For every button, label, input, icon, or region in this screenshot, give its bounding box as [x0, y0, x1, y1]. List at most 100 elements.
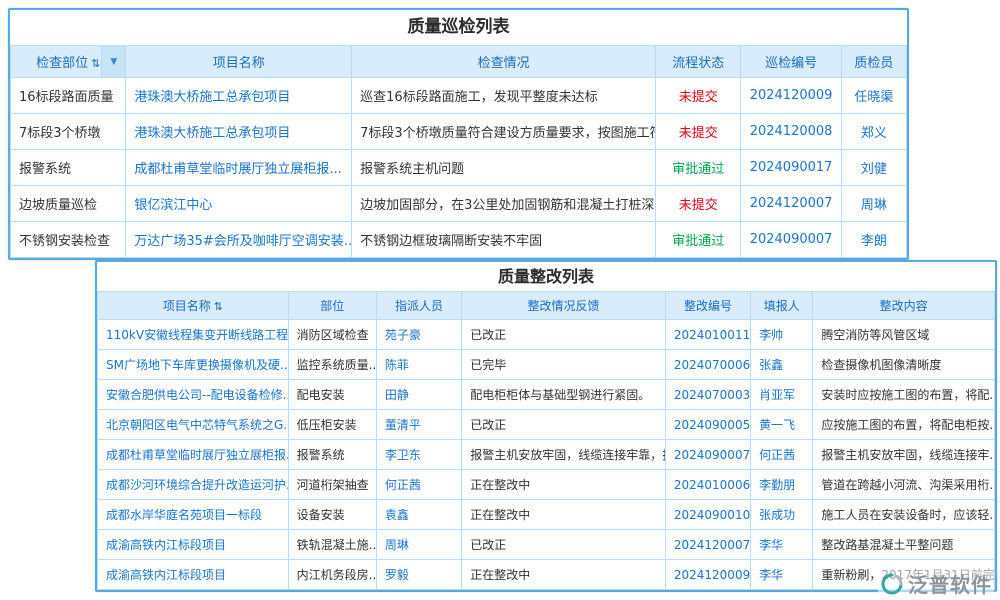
patrol-code-link[interactable]: 2024120007 [741, 186, 841, 222]
inspector-link[interactable]: 李朗 [841, 222, 906, 258]
patrol-code-link[interactable]: 2024120009 [741, 78, 841, 114]
patrol-col-header-inspector: 质检员 [841, 46, 906, 78]
project-link[interactable]: 银亿滨江中心 [126, 186, 352, 222]
assignee-link[interactable]: 周琳 [376, 530, 461, 560]
column-dropdown-button[interactable]: ▼ [101, 46, 125, 77]
inspect-part-cell: 不锈钢安装检查 [11, 222, 126, 258]
project-link[interactable]: 110kV安徽线程集变开断线路工程 [98, 320, 289, 350]
reporter-link[interactable]: 李帅 [751, 320, 813, 350]
patrol-col-header-part[interactable]: 检查部位⇅ ▼ [11, 46, 126, 78]
rectify-code-link[interactable]: 2024090005 [665, 410, 750, 440]
sort-icon[interactable]: ⇅ [91, 57, 100, 70]
reporter-link[interactable]: 李华 [751, 530, 813, 560]
situation-cell: 边坡加固部分，在3公里处加固钢筋和混凝土打桩深... [352, 186, 656, 222]
project-link[interactable]: 成渝高铁内江标段项目 [98, 560, 289, 590]
feedback-cell: 配电柜柜体与基础型钢进行紧固。 [462, 380, 666, 410]
table-row: 安徽合肥供电公司--配电设备检修...配电安装田静配电柜柜体与基础型钢进行紧固。… [98, 380, 995, 410]
project-link[interactable]: 成都沙河环境综合提升改造运河护... [98, 470, 289, 500]
table-row: 7标段3个桥墩港珠澳大桥施工总承包项目7标段3个桥墩质量符合建设方质量要求，按图… [11, 114, 907, 150]
reporter-link[interactable]: 肖亚军 [751, 380, 813, 410]
inspector-link[interactable]: 郑义 [841, 114, 906, 150]
rectify-header-row: 项目名称⇅ 部位 指派人员 整改情况反馈 整改编号 填报人 整改内容 [98, 292, 995, 320]
project-link[interactable]: 成都水岸华庭名苑项目一标段 [98, 500, 289, 530]
column-label: 填报人 [764, 299, 800, 313]
feedback-cell: 正在整改中 [462, 500, 666, 530]
rectify-col-header-feedback: 整改情况反馈 [462, 292, 666, 320]
inspect-part-cell: 边坡质量巡检 [11, 186, 126, 222]
column-label: 部位 [320, 299, 344, 313]
part-cell: 内江机务段房... [288, 560, 376, 590]
content-cell: 应按施工图的布置，将配电柜按... [813, 410, 995, 440]
project-link[interactable]: 成渝高铁内江标段项目 [98, 530, 289, 560]
reporter-link[interactable]: 黄一飞 [751, 410, 813, 440]
rectify-code-link[interactable]: 2024120009 [665, 560, 750, 590]
rectify-col-header-project[interactable]: 项目名称⇅ [98, 292, 289, 320]
content-cell: 腾空消防等风管区域 [813, 320, 995, 350]
patrol-code-link[interactable]: 2024090017 [741, 150, 841, 186]
rectify-code-link[interactable]: 2024090007 [665, 440, 750, 470]
column-label: 检查情况 [478, 56, 530, 71]
feedback-cell: 正在整改中 [462, 470, 666, 500]
table-row: 成都水岸华庭名苑项目一标段设备安装袁鑫正在整改中2024090010张成功施工人… [98, 500, 995, 530]
status-badge: 未提交 [656, 186, 741, 222]
rectify-code-link[interactable]: 2024010006 [665, 470, 750, 500]
project-link[interactable]: 万达广场35#会所及咖啡厅空调安装... [126, 222, 352, 258]
inspector-link[interactable]: 周琳 [841, 186, 906, 222]
reporter-link[interactable]: 张鑫 [751, 350, 813, 380]
project-link[interactable]: 港珠澳大桥施工总承包项目 [126, 78, 352, 114]
content-cell: 报警主机安放牢固，线缆连接牢... [813, 440, 995, 470]
project-link[interactable]: 成都杜甫草堂临时展厅独立展柜报... [126, 150, 352, 186]
inspector-link[interactable]: 任晓渠 [841, 78, 906, 114]
rectify-col-header-assignee: 指派人员 [376, 292, 461, 320]
project-link[interactable]: 港珠澳大桥施工总承包项目 [126, 114, 352, 150]
rectify-col-header-part: 部位 [288, 292, 376, 320]
patrol-col-header-code: 巡检编号 [741, 46, 841, 78]
assignee-link[interactable]: 何正茜 [376, 470, 461, 500]
assignee-link[interactable]: 陈菲 [376, 350, 461, 380]
inspect-part-cell: 报警系统 [11, 150, 126, 186]
reporter-link[interactable]: 李华 [751, 560, 813, 590]
rectify-table: 项目名称⇅ 部位 指派人员 整改情况反馈 整改编号 填报人 整改内容 110kV… [97, 291, 995, 590]
situation-cell: 7标段3个桥墩质量符合建设方质量要求，按图施工符... [352, 114, 656, 150]
rectify-code-link[interactable]: 2024070006 [665, 350, 750, 380]
project-link[interactable]: 安徽合肥供电公司--配电设备检修... [98, 380, 289, 410]
column-label: 检查部位 [36, 56, 88, 71]
sort-icon[interactable]: ⇅ [214, 300, 223, 313]
assignee-link[interactable]: 罗毅 [376, 560, 461, 590]
rectify-code-link[interactable]: 2024010011 [665, 320, 750, 350]
patrol-code-link[interactable]: 2024120008 [741, 114, 841, 150]
reporter-link[interactable]: 张成功 [751, 500, 813, 530]
column-label: 整改情况反馈 [528, 299, 600, 313]
rectify-code-link[interactable]: 2024070003 [665, 380, 750, 410]
part-cell: 铁轨混凝土施... [288, 530, 376, 560]
inspector-link[interactable]: 刘健 [841, 150, 906, 186]
column-label: 流程状态 [672, 56, 724, 71]
content-cell: 施工人员在安装设备时，应该轻... [813, 500, 995, 530]
feedback-cell: 报警主机安放牢固，线缆连接牢靠，报... [462, 440, 666, 470]
status-badge: 审批通过 [656, 150, 741, 186]
patrol-code-link[interactable]: 2024090007 [741, 222, 841, 258]
assignee-link[interactable]: 田静 [376, 380, 461, 410]
assignee-link[interactable]: 苑子豪 [376, 320, 461, 350]
assignee-link[interactable]: 李卫东 [376, 440, 461, 470]
assignee-link[interactable]: 董清平 [376, 410, 461, 440]
project-link[interactable]: 成都杜甫草堂临时展厅独立展柜报... [98, 440, 289, 470]
feedback-cell: 已改正 [462, 410, 666, 440]
reporter-link[interactable]: 李勤朋 [751, 470, 813, 500]
part-cell: 监控系统质量... [288, 350, 376, 380]
patrol-col-header-situation: 检查情况 [352, 46, 656, 78]
status-badge: 未提交 [656, 114, 741, 150]
assignee-link[interactable]: 袁鑫 [376, 500, 461, 530]
project-link[interactable]: SM广场地下车库更换摄像机及硬... [98, 350, 289, 380]
project-link[interactable]: 北京朝阳区电气中芯特气系统之G... [98, 410, 289, 440]
rectify-code-link[interactable]: 2024090010 [665, 500, 750, 530]
part-cell: 报警系统 [288, 440, 376, 470]
rectify-code-link[interactable]: 2024120007 [665, 530, 750, 560]
part-cell: 河道桁架抽查 [288, 470, 376, 500]
table-row: 110kV安徽线程集变开断线路工程消防区域检查苑子豪已改正2024010011李… [98, 320, 995, 350]
reporter-link[interactable]: 何正茜 [751, 440, 813, 470]
table-row: 边坡质量巡检银亿滨江中心边坡加固部分，在3公里处加固钢筋和混凝土打桩深...未提… [11, 186, 907, 222]
part-cell: 低压柜安装 [288, 410, 376, 440]
part-cell: 消防区域检查 [288, 320, 376, 350]
rectify-table-title: 质量整改列表 [97, 262, 995, 291]
